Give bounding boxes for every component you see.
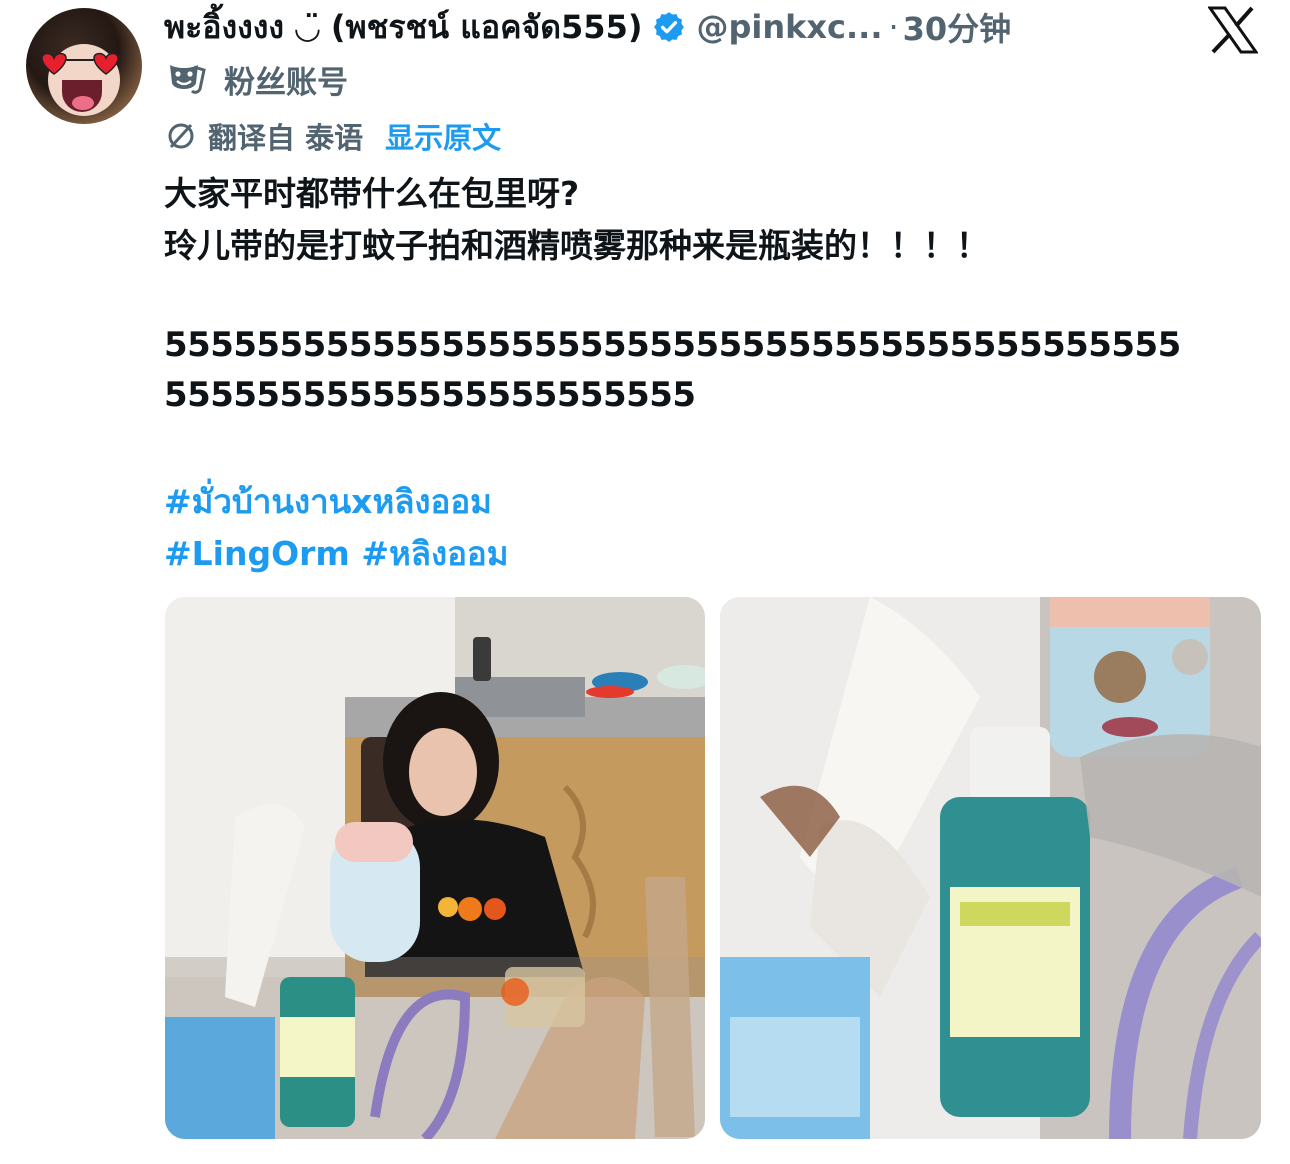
translated-from-label: 翻译自 泰语: [208, 121, 364, 155]
x-logo-icon: [1208, 6, 1258, 54]
hashtag-link[interactable]: #LingOrm: [164, 534, 350, 573]
hashtag-link[interactable]: #หลิงออม: [361, 534, 508, 573]
separator-dot: ·: [888, 8, 899, 46]
photo-bag-contents-closeup: [720, 597, 1261, 1139]
translation-row: 翻译自 泰语 显示原文: [166, 114, 501, 158]
tweet-text-line: 55555555555555555555555: [164, 375, 696, 415]
tweet-text-line: 5555555555555555555555555555555555555555…: [164, 325, 1181, 365]
heart-glasses-icon: [41, 52, 119, 75]
tweet-body: 大家平时都带什么在包里呀? 玲儿带的是打蚊子拍和酒精喷雾那种来是瓶装的！！！！ …: [164, 168, 1274, 420]
show-original-link[interactable]: 显示原文: [385, 115, 501, 157]
translate-icon: [168, 123, 194, 149]
hashtag-link[interactable]: #มั่วบ้านงานxหลิงออม: [164, 482, 492, 521]
fan-account-row: 粉丝账号: [166, 56, 348, 102]
fan-account-label: 粉丝账号: [224, 64, 348, 101]
theater-mask-icon: [170, 65, 206, 94]
avatar[interactable]: [26, 8, 142, 124]
tweet-text-line: 玲儿带的是打蚊子拍和酒精喷雾那种来是瓶装的！！！！: [164, 226, 989, 265]
hashtags: #มั่วบ้านงานxหลิงออม #LingOrm #หลิงออม: [164, 476, 508, 580]
photo-woman-at-table: [165, 597, 705, 1139]
timestamp[interactable]: 30分钟: [903, 4, 1012, 50]
tweet-text-line: 大家平时都带什么在包里呀?: [164, 174, 580, 213]
user-handle[interactable]: @pinkxc...: [696, 8, 882, 46]
avatar-tongue: [72, 96, 94, 110]
display-name[interactable]: พะอิ้งงงง ◡̈ (พชรชน์ แอคจัด555): [164, 2, 642, 53]
tweet-header: พะอิ้งงงง ◡̈ (พชรชน์ แอคจัด555) @pinkxc.…: [164, 4, 1011, 50]
verified-badge-icon: [654, 12, 685, 42]
media-photo-2[interactable]: [720, 597, 1261, 1139]
media-photo-1[interactable]: [165, 597, 705, 1139]
